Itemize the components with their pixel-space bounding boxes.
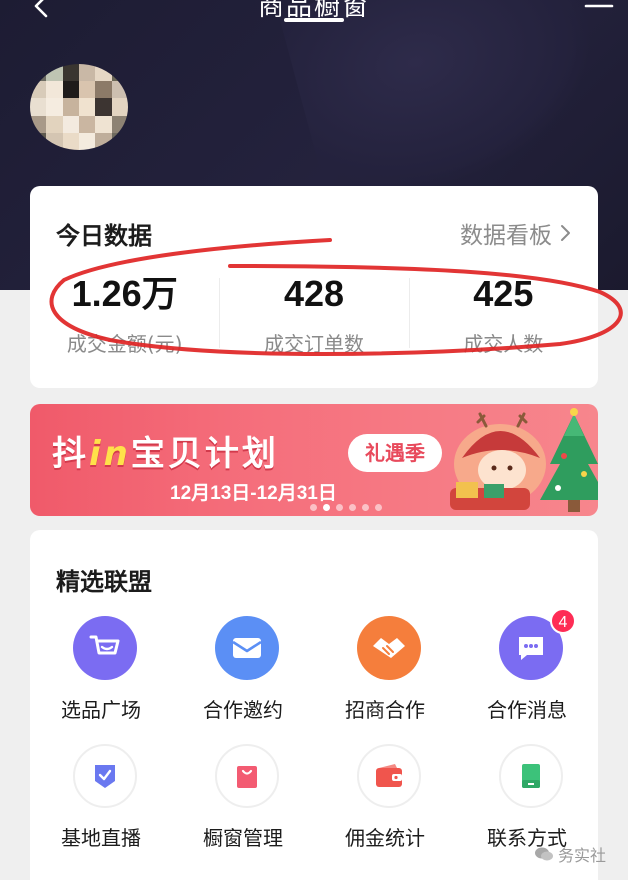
phone-card-icon	[499, 744, 563, 808]
grid-item-label: 基地直播	[61, 826, 141, 850]
header-decoration	[277, 0, 623, 216]
watermark-text: 务实社	[558, 846, 607, 865]
avatar[interactable]	[30, 64, 128, 150]
stat-value: 425	[473, 273, 534, 314]
grid-item-product-plaza[interactable]: 选品广场	[30, 616, 172, 744]
grid-item-label: 合作消息	[487, 698, 567, 722]
promo-banner[interactable]: 抖in宝贝计划 礼遇季 12月13日-12月31日	[30, 404, 598, 516]
profile-name-blurred	[160, 66, 270, 100]
wechat-icon	[535, 847, 553, 861]
banner-title: 抖in宝贝计划	[52, 426, 279, 475]
christmas-illustration	[450, 408, 598, 512]
shopping-bag-icon	[215, 744, 279, 808]
data-dashboard-link[interactable]: 数据看板	[460, 216, 572, 250]
profile-subtitle-blurred	[160, 112, 600, 138]
watermark: 务实社	[534, 842, 606, 866]
chevron-right-icon	[561, 225, 570, 241]
unread-badge: 4	[550, 608, 576, 634]
shopping-cart-icon	[73, 616, 137, 680]
grid-item-label: 橱窗管理	[203, 826, 283, 850]
data-dashboard-label: 数据看板	[460, 223, 552, 249]
grid-item-commission-stats[interactable]: 佣金统计	[314, 744, 456, 872]
carousel-dot	[375, 504, 382, 511]
carousel-dot	[362, 504, 369, 511]
grid-item-merchant-cooperation[interactable]: 招商合作	[314, 616, 456, 744]
grid-item-base-live[interactable]: 基地直播	[30, 744, 172, 872]
banner-date: 12月13日-12月31日	[170, 483, 337, 504]
today-data-title: 今日数据	[56, 222, 152, 250]
carousel-dot	[349, 504, 356, 511]
envelope-icon	[215, 616, 279, 680]
shield-badge-icon	[73, 744, 137, 808]
grid-item-window-management[interactable]: 橱窗管理	[172, 744, 314, 872]
alliance-title: 精选联盟	[56, 568, 152, 596]
today-data-card: 今日数据 数据看板 1.26万 成交金额(元) 428 成交订单数 425 成交…	[30, 186, 598, 388]
carousel-dots	[310, 504, 382, 511]
stat-orders[interactable]: 428 成交订单数	[219, 272, 408, 356]
stat-value: 428	[283, 273, 345, 314]
carousel-dot	[336, 504, 343, 511]
alliance-card: 精选联盟 选品广场 合作邀约 招商合作 4 合作消息 基地直播 橱窗管理 佣金统…	[30, 530, 598, 880]
grid-item-cooperation-invite[interactable]: 合作邀约	[172, 616, 314, 744]
banner-title-suffix: 宝贝计划	[130, 434, 279, 474]
stat-gmv[interactable]: 1.26万 成交金额(元)	[30, 272, 219, 357]
carousel-dot	[310, 504, 317, 511]
stat-buyers[interactable]: 425 成交人数	[408, 272, 598, 356]
grid-item-label: 合作邀约	[203, 698, 283, 722]
banner-tag: 礼遇季	[348, 434, 442, 472]
grid-item-label: 佣金统计	[345, 826, 425, 850]
carousel-dot-active	[323, 504, 330, 511]
banner-title-in: in	[89, 434, 131, 474]
stat-value: 1.26万	[71, 273, 178, 314]
menu-icon[interactable]	[584, 0, 614, 14]
stats-row: 1.26万 成交金额(元) 428 成交订单数 425 成交人数	[30, 272, 598, 357]
banner-title-prefix: 抖	[52, 434, 89, 474]
title-underline	[284, 18, 344, 22]
stat-label: 成交人数	[463, 332, 544, 356]
grid-item-cooperation-messages[interactable]: 4 合作消息	[456, 608, 598, 744]
alliance-grid: 选品广场 合作邀约 招商合作 4 合作消息 基地直播 橱窗管理 佣金统计 联系方…	[30, 608, 598, 872]
grid-row: 基地直播 橱窗管理 佣金统计 联系方式	[30, 744, 598, 872]
handshake-icon	[357, 616, 421, 680]
grid-item-label: 选品广场	[61, 698, 141, 722]
grid-row: 选品广场 合作邀约 招商合作 4 合作消息	[30, 608, 598, 744]
wallet-icon	[357, 744, 421, 808]
stat-label: 成交订单数	[263, 332, 364, 356]
stat-label: 成交金额(元)	[66, 332, 183, 356]
grid-item-label: 招商合作	[345, 698, 425, 722]
